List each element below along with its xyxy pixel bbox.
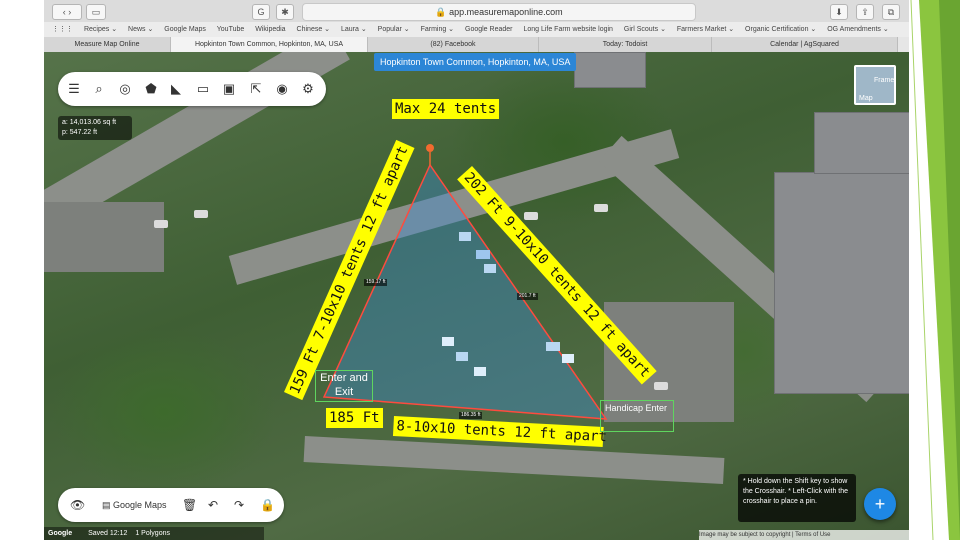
tab-strip: Measure Map Online Hopkinton Town Common… bbox=[44, 37, 909, 52]
tab-agsquared[interactable]: Calendar | AgSquared bbox=[712, 37, 898, 52]
tent bbox=[442, 337, 454, 346]
map-toolbar: ☰ ⌕ ◎ ⬟ ◣ ▭ ▣ ⇱ ◉ ⚙ bbox=[58, 72, 326, 106]
bookmark-item[interactable]: Organic Certification ⌄ bbox=[745, 26, 816, 33]
edge-length-label: 159.17 ft bbox=[364, 279, 388, 286]
search-icon[interactable]: ⌕ bbox=[91, 81, 107, 97]
map-type-toggle[interactable]: Frame Map bbox=[854, 65, 896, 105]
menu-icon[interactable]: ☰ bbox=[66, 81, 82, 97]
bookmark-item[interactable]: OG Amendments ⌄ bbox=[827, 26, 889, 33]
edge-length-label: 201.7 ft bbox=[517, 293, 538, 300]
save-icon[interactable]: ▣ bbox=[221, 81, 237, 97]
bookmark-item[interactable]: Farmers Market ⌄ bbox=[677, 26, 734, 33]
pin-marker[interactable] bbox=[426, 144, 434, 152]
slide-border bbox=[909, 0, 960, 540]
line-tool-icon[interactable]: ◣ bbox=[168, 81, 184, 97]
bookmark-item[interactable]: News ⌄ bbox=[128, 26, 153, 33]
bookmark-item[interactable]: Farming ⌄ bbox=[421, 26, 454, 33]
apps-grid-icon[interactable]: ⋮⋮⋮ bbox=[52, 26, 73, 33]
bookmark-item[interactable]: Laura ⌄ bbox=[341, 26, 367, 33]
edge-length-label: 186.35 ft bbox=[459, 412, 483, 419]
address-bar[interactable]: 🔒 app.measuremaponline.com bbox=[302, 3, 696, 21]
google-maps-button[interactable]: ▤ Google Maps bbox=[102, 497, 167, 513]
measurement-readout: a: 14,013.06 sq ft p: 547.22 ft bbox=[58, 116, 132, 140]
tab-hopkinton[interactable]: Hopkinton Town Common, Hopkinton, MA, US… bbox=[171, 37, 368, 52]
tent bbox=[476, 250, 490, 259]
download-icon[interactable]: ⬇ bbox=[830, 4, 848, 20]
tent bbox=[474, 367, 486, 376]
extension-icon[interactable]: G bbox=[252, 4, 270, 20]
sidebar-toggle-icon[interactable]: ▭ bbox=[86, 4, 106, 20]
redo-icon[interactable]: ↷ bbox=[234, 497, 244, 513]
back-forward-buttons[interactable]: ‹ › bbox=[52, 4, 82, 20]
gear-icon[interactable]: ⚙ bbox=[300, 81, 316, 97]
lock-icon[interactable]: 🔒 bbox=[260, 497, 275, 513]
bookmark-item[interactable]: Popular ⌄ bbox=[378, 26, 410, 33]
export-icon[interactable]: ⇱ bbox=[248, 81, 264, 97]
trash-icon[interactable]: 🗑 bbox=[182, 497, 197, 513]
tent bbox=[456, 352, 468, 361]
crosshair-hint: * Hold down the Shift key to show the Cr… bbox=[738, 474, 856, 522]
polygon-tool-icon[interactable]: ⬟ bbox=[143, 81, 159, 97]
tent bbox=[484, 264, 496, 273]
share-icon[interactable]: ⇪ bbox=[856, 4, 874, 20]
saved-status: Saved 12:12 bbox=[88, 530, 128, 537]
browser-chrome: ‹ › ▭ G ✱ 🔒 app.measuremaponline.com ⬇ ⇪… bbox=[44, 0, 909, 53]
decorative-lines bbox=[910, 0, 960, 540]
folder-icon[interactable]: ▭ bbox=[195, 81, 211, 97]
area-readout: a: 14,013.06 sq ft bbox=[62, 119, 117, 126]
max-tents-label: Max 24 tents bbox=[392, 99, 500, 119]
slide: ‹ › ▭ G ✱ 🔒 app.measuremaponline.com ⬇ ⇪… bbox=[0, 0, 960, 540]
tent bbox=[459, 232, 471, 241]
map-footer[interactable]: Image may be subject to copyright | Term… bbox=[699, 530, 909, 540]
tent bbox=[562, 354, 574, 363]
url-text: app.measuremaponline.com bbox=[449, 7, 563, 17]
bookmark-item[interactable]: YouTube bbox=[217, 26, 245, 33]
map-type-label: Map bbox=[859, 95, 873, 102]
add-button[interactable]: + bbox=[864, 488, 896, 520]
bookmark-item[interactable]: Long Life Farm website login bbox=[523, 26, 613, 33]
tab-facebook[interactable]: (82) Facebook bbox=[368, 37, 539, 52]
camera-icon[interactable]: ◉ bbox=[274, 81, 290, 97]
google-maps-label: Google Maps bbox=[113, 500, 167, 510]
bookmark-item[interactable]: Wikipedia bbox=[255, 26, 285, 33]
satellite-map[interactable]: 159.17 ft 201.7 ft 186.35 ft Hopkinton T… bbox=[44, 52, 909, 540]
bookmarks-bar: ⋮⋮⋮ Recipes ⌄ News ⌄ Google Maps YouTube… bbox=[44, 22, 909, 37]
bottom-toolbar: 👁 ▤ Google Maps 🗑 ↶ ↷ 🔒 bbox=[58, 488, 284, 522]
status-bar: Google Saved 12:12 1 Polygons bbox=[44, 527, 264, 540]
handicap-entrance-box: Handicap Enter bbox=[600, 400, 674, 432]
bookmark-item[interactable]: Recipes ⌄ bbox=[84, 26, 117, 33]
tabs-overview-icon[interactable]: ⧉ bbox=[882, 4, 900, 20]
bottom-length-annotation: 185 Ft bbox=[326, 408, 383, 428]
bookmark-item[interactable]: Girl Scouts ⌄ bbox=[624, 26, 666, 33]
perimeter-readout: p: 547.22 ft bbox=[62, 129, 98, 136]
tab-todoist[interactable]: Today: Todoist bbox=[539, 37, 712, 52]
my-location-icon[interactable]: ◎ bbox=[117, 81, 133, 97]
location-title: Hopkinton Town Common, Hopkinton, MA, US… bbox=[374, 53, 577, 71]
polygon-count: 1 Polygons bbox=[135, 530, 170, 537]
google-logo: Google bbox=[48, 530, 73, 537]
measured-polygon[interactable] bbox=[44, 52, 909, 540]
bookmark-item[interactable]: Chinese ⌄ bbox=[297, 26, 331, 33]
enter-exit-box: Enter and Exit bbox=[315, 370, 373, 402]
frame-label: Frame bbox=[874, 77, 895, 84]
tent bbox=[546, 342, 560, 351]
tab-measure-map[interactable]: Measure Map Online bbox=[44, 37, 171, 52]
browser-toolbar: ‹ › ▭ G ✱ 🔒 app.measuremaponline.com ⬇ ⇪… bbox=[44, 0, 909, 22]
extension-run-icon[interactable]: ✱ bbox=[276, 4, 294, 20]
undo-icon[interactable]: ↶ bbox=[208, 497, 218, 513]
eye-icon[interactable]: 👁 bbox=[70, 497, 85, 513]
bookmark-item[interactable]: Google Maps bbox=[164, 26, 206, 33]
bookmark-item[interactable]: Google Reader bbox=[465, 26, 512, 33]
